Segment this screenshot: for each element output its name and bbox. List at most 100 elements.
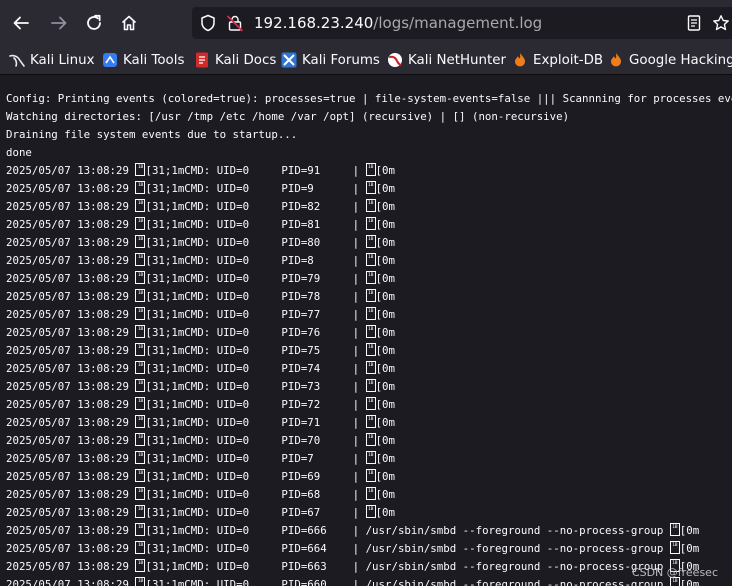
escape-char-glyph: 1B xyxy=(135,379,146,392)
ansi-reset-code: [0m xyxy=(375,434,395,447)
log-timestamp: 2025/05/07 13:08:29 xyxy=(6,524,129,537)
ansi-color-code: [31;1mCMD: xyxy=(145,416,211,429)
log-entry: 2025/05/07 13:08:29 1B [31;1mCMD: UID=0 P… xyxy=(6,343,395,357)
escape-char-glyph: 1B xyxy=(365,199,376,212)
log-entry: 2025/05/07 13:08:29 1B [31;1mCMD: UID=0 P… xyxy=(6,469,395,483)
log-uid: UID=0 xyxy=(216,488,275,501)
log-uid: UID=0 xyxy=(216,164,275,177)
ansi-color-code: [31;1mCMD: xyxy=(145,380,211,393)
log-pid: PID=74 xyxy=(281,362,347,375)
log-timestamp: 2025/05/07 13:08:29 xyxy=(6,362,129,375)
bookmark-google-hacking[interactable]: Google Hacking xyxy=(608,50,732,70)
bookmark-kali-docs[interactable]: Kali Docs xyxy=(194,50,276,70)
log-timestamp: 2025/05/07 13:08:29 xyxy=(6,542,129,555)
log-entry: 2025/05/07 13:08:29 1B [31;1mCMD: UID=0 P… xyxy=(6,271,395,285)
log-pid: PID=67 xyxy=(281,506,347,519)
log-uid: UID=0 xyxy=(216,416,275,429)
ansi-reset-code: [0m xyxy=(375,452,395,465)
log-header-line: done xyxy=(6,146,32,159)
ansi-color-code: [31;1mCMD: xyxy=(145,290,211,303)
escape-char-glyph: 1B xyxy=(135,343,146,356)
bookmark-kali-linux[interactable]: Kali Linux xyxy=(9,50,95,70)
bookmark-kali-tools[interactable]: Kali Tools xyxy=(102,50,184,70)
escape-char-glyph: 1B xyxy=(135,469,146,482)
escape-char-glyph: 1B xyxy=(365,451,376,464)
bookmark-kali-nethunter[interactable]: Kali NetHunter xyxy=(387,50,506,70)
log-entry: 2025/05/07 13:08:29 1B [31;1mCMD: UID=0 P… xyxy=(6,181,395,195)
reload-button[interactable] xyxy=(79,8,109,38)
log-uid: UID=0 xyxy=(216,542,275,555)
ansi-color-code: [31;1mCMD: xyxy=(145,434,211,447)
log-timestamp: 2025/05/07 13:08:29 xyxy=(6,380,129,393)
escape-char-glyph: 1B xyxy=(365,379,376,392)
escape-char-glyph: 1B xyxy=(135,541,146,554)
bookmark-kali-forums[interactable]: Kali Forums xyxy=(281,50,380,70)
log-header-line: Draining file system events due to start… xyxy=(6,128,298,141)
ansi-color-code: [31;1mCMD: xyxy=(145,470,211,483)
ansi-reset-code: [0m xyxy=(375,218,395,231)
escape-char-glyph: 1B xyxy=(365,397,376,410)
escape-char-glyph: 1B xyxy=(135,289,146,302)
log-entry: 2025/05/07 13:08:29 1B [31;1mCMD: UID=0 P… xyxy=(6,415,395,429)
log-uid: UID=0 xyxy=(216,254,275,267)
log-entry: 2025/05/07 13:08:29 1B [31;1mCMD: UID=0 P… xyxy=(6,505,395,519)
escape-char-glyph: 1B xyxy=(135,325,146,338)
escape-char-glyph: 1B xyxy=(135,451,146,464)
log-timestamp: 2025/05/07 13:08:29 xyxy=(6,164,129,177)
log-timestamp: 2025/05/07 13:08:29 xyxy=(6,560,129,573)
ansi-color-code: [31;1mCMD: xyxy=(145,200,211,213)
log-timestamp: 2025/05/07 13:08:29 xyxy=(6,416,129,429)
log-header-line: Watching directories: [/usr /tmp /etc /h… xyxy=(6,110,570,123)
bookmark-label: Kali Linux xyxy=(30,52,95,68)
ansi-color-code: [31;1mCMD: xyxy=(145,254,211,267)
back-button[interactable] xyxy=(6,8,36,38)
log-uid: UID=0 xyxy=(216,506,275,519)
ansi-reset-code: [0m xyxy=(375,308,395,321)
escape-char-glyph: 1B xyxy=(135,217,146,230)
log-pid: PID=81 xyxy=(281,218,347,231)
ansi-color-code: [31;1mCMD: xyxy=(145,506,211,519)
ansi-reset-code: [0m xyxy=(375,200,395,213)
ansi-color-code: [31;1mCMD: xyxy=(145,344,211,357)
log-entry: 2025/05/07 13:08:29 1B [31;1mCMD: UID=0 P… xyxy=(6,199,395,213)
escape-char-glyph: 1B xyxy=(365,325,376,338)
ansi-color-code: [31;1mCMD: xyxy=(145,488,211,501)
ansi-color-code: [31;1mCMD: xyxy=(145,182,211,195)
log-entry: 2025/05/07 13:08:29 1B [31;1mCMD: UID=0 P… xyxy=(6,325,395,339)
escape-char-glyph: 1B xyxy=(135,163,146,176)
url-text[interactable]: 192.168.23.240/logs/management.log xyxy=(254,13,542,33)
forward-button[interactable] xyxy=(44,8,74,38)
escape-char-glyph: 1B xyxy=(135,415,146,428)
log-uid: UID=0 xyxy=(216,290,275,303)
log-entry: 2025/05/07 13:08:29 1B [31;1mCMD: UID=0 P… xyxy=(6,163,395,177)
bookmark-label: Kali Forums xyxy=(302,52,380,68)
ansi-reset-code: [0m xyxy=(375,362,395,375)
kali-forums-icon xyxy=(281,52,297,68)
shield-icon[interactable] xyxy=(199,14,217,32)
ansi-color-code: [31;1mCMD: xyxy=(145,452,211,465)
log-entry: 2025/05/07 13:08:29 1B [31;1mCMD: UID=0 P… xyxy=(6,559,700,573)
ansi-reset-code: [0m xyxy=(375,488,395,501)
address-bar[interactable]: 192.168.23.240/logs/management.log xyxy=(192,7,732,39)
ansi-color-code: [31;1mCMD: xyxy=(145,218,211,231)
bookmark-exploit-db[interactable]: Exploit-DB xyxy=(512,50,603,70)
log-pid: PID=72 xyxy=(281,398,347,411)
escape-char-glyph: 1B xyxy=(135,253,146,266)
ansi-color-code: [31;1mCMD: xyxy=(145,308,211,321)
log-timestamp: 2025/05/07 13:08:29 xyxy=(6,182,129,195)
ansi-reset-code: [0m xyxy=(679,578,700,586)
log-timestamp: 2025/05/07 13:08:29 xyxy=(6,200,129,213)
escape-char-glyph: 1B xyxy=(365,163,376,176)
escape-char-glyph: 1B xyxy=(669,523,680,536)
log-pid: PID=8 xyxy=(281,254,347,267)
home-button[interactable] xyxy=(114,8,144,38)
ansi-color-code: [31;1mCMD: xyxy=(145,236,211,249)
bookmark-star-icon[interactable] xyxy=(712,14,730,32)
escape-char-glyph: 1B xyxy=(365,253,376,266)
log-pid: PID=70 xyxy=(281,434,347,447)
insecure-lock-icon[interactable] xyxy=(226,14,244,32)
reader-view-icon[interactable] xyxy=(685,14,703,32)
log-header-line: Config: Printing events (colored=true): … xyxy=(6,92,732,105)
log-timestamp: 2025/05/07 13:08:29 xyxy=(6,344,129,357)
ansi-color-code: [31;1mCMD: xyxy=(145,164,211,177)
